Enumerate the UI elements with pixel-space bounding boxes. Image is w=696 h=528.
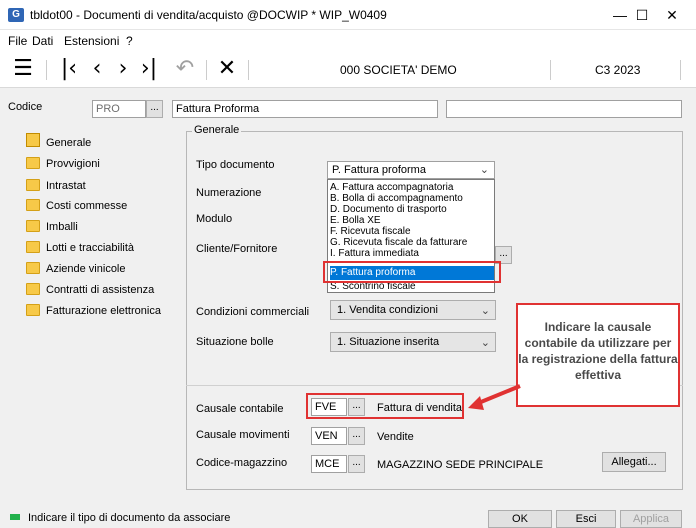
sidebar-item-provvigioni[interactable]: Provvigioni: [46, 157, 100, 175]
folder-icon: [26, 157, 40, 169]
code-lookup-button[interactable]: ...: [146, 100, 163, 118]
folder-icon: [26, 220, 40, 232]
dropdown-option[interactable]: E. Bolla XE: [330, 215, 494, 226]
toolbar-separator: [680, 60, 681, 80]
hamburger-menu-icon[interactable]: ☰: [10, 56, 36, 82]
causale-contabile-description: Fattura di vendita: [377, 402, 462, 414]
toolbar-separator: [46, 60, 47, 80]
situazione-bolle-value: 1. Situazione inserita: [337, 336, 440, 348]
code-description-input[interactable]: Fattura Proforma: [172, 100, 438, 118]
numerazione-label: Numerazione: [196, 187, 262, 199]
tipo-documento-select[interactable]: P. Fattura proforma ⌄: [327, 161, 495, 179]
code-extra-input[interactable]: [446, 100, 682, 118]
sidebar-item-lotti[interactable]: Lotti e tracciabilità: [46, 241, 134, 259]
menu-estensioni[interactable]: Estensioni: [64, 34, 119, 48]
toolbar-separator: [206, 60, 207, 80]
codice-magazzino-lookup-button[interactable]: ...: [348, 455, 365, 473]
causale-movimenti-code-input[interactable]: VEN: [311, 427, 347, 445]
menu-help[interactable]: ?: [126, 34, 133, 48]
annotation-callout: Indicare la causale contabile da utilizz…: [516, 303, 680, 407]
dropdown-option[interactable]: F. Ricevuta fiscale: [330, 226, 494, 237]
menu-dati[interactable]: Dati: [32, 34, 53, 48]
situazione-bolle-select[interactable]: 1. Situazione inserita ⌄: [330, 332, 496, 352]
sidebar-item-costi-commesse[interactable]: Costi commesse: [46, 199, 127, 217]
dropdown-option[interactable]: B. Bolla di accompagnamento: [330, 193, 494, 204]
selected-option-highlight-box: [323, 261, 501, 283]
toolbar-separator: [550, 60, 551, 80]
menu-file[interactable]: File: [8, 34, 27, 48]
causale-movimenti-description: Vendite: [377, 431, 414, 443]
allegati-button[interactable]: Allegati...: [602, 452, 666, 472]
app-icon: G: [8, 8, 24, 22]
folder-icon: [26, 304, 40, 316]
situazione-bolle-label: Situazione bolle: [196, 336, 274, 348]
sidebar-item-imballi[interactable]: Imballi: [46, 220, 78, 238]
folder-icon: [26, 283, 40, 295]
folder-icon: [26, 262, 40, 274]
code-label: Codice: [8, 101, 43, 113]
folder-icon: [26, 199, 40, 211]
first-record-icon[interactable]: |‹: [56, 56, 82, 82]
folder-icon: [26, 179, 40, 191]
causale-movimenti-lookup-button[interactable]: ...: [348, 427, 365, 445]
causale-contabile-code-input[interactable]: FVE: [311, 398, 347, 416]
dropdown-option[interactable]: A. Fattura accompagnatoria: [330, 182, 494, 193]
tipo-documento-value: P. Fattura proforma: [332, 164, 426, 176]
codice-magazzino-description: MAGAZZINO SEDE PRINCIPALE: [377, 459, 544, 471]
last-record-icon[interactable]: ›|: [136, 56, 162, 82]
undo-icon[interactable]: ↶: [172, 56, 198, 82]
condizioni-commerciali-label: Condizioni commerciali: [196, 306, 310, 318]
causale-movimenti-label: Causale movimenti: [196, 429, 290, 441]
tipo-documento-label: Tipo documento: [196, 159, 275, 171]
sidebar-item-aziende-vinicole[interactable]: Aziende vinicole: [46, 262, 126, 280]
dropdown-option[interactable]: G. Ricevuta fiscale da fatturare: [330, 237, 494, 248]
general-group-legend: Generale: [192, 124, 242, 136]
codice-magazzino-label: Codice-magazzino: [196, 457, 288, 469]
condizioni-commerciali-select[interactable]: 1. Vendita condizioni ⌄: [330, 300, 496, 320]
company-name: 000 SOCIETA' DEMO: [340, 63, 457, 77]
next-record-icon[interactable]: ›: [110, 56, 136, 82]
cancel-icon[interactable]: ✕: [214, 56, 240, 82]
folder-icon: [26, 241, 40, 253]
fiscal-year: C3 2023: [595, 63, 641, 77]
sidebar-item-generale[interactable]: Generale: [46, 136, 91, 154]
callout-arrow-icon: [468, 384, 521, 410]
dropdown-option[interactable]: D. Documento di trasporto: [330, 204, 494, 215]
sidebar-item-fatturazione-elettronica[interactable]: Fatturazione elettronica: [46, 304, 161, 322]
cliente-fornitore-label: Cliente/Fornitore: [196, 243, 278, 255]
applica-button[interactable]: Applica: [620, 510, 682, 528]
chevron-down-icon: ⌄: [479, 164, 489, 176]
dropdown-option[interactable]: I. Fattura immediata: [330, 248, 494, 259]
toolbar-separator: [248, 60, 249, 80]
causale-contabile-label: Causale contabile: [196, 403, 284, 415]
sidebar-item-intrastat[interactable]: Intrastat: [46, 179, 86, 197]
condizioni-commerciali-value: 1. Vendita condizioni: [337, 304, 438, 316]
code-input[interactable]: PRO: [92, 100, 146, 118]
esci-button[interactable]: Esci: [556, 510, 616, 528]
ok-button[interactable]: OK: [488, 510, 552, 528]
status-indicator: [10, 514, 20, 520]
chevron-down-icon: ⌄: [480, 305, 490, 317]
chevron-down-icon: ⌄: [480, 337, 490, 349]
sidebar-item-contratti-assistenza[interactable]: Contratti di assistenza: [46, 283, 154, 301]
modulo-label: Modulo: [196, 213, 233, 225]
open-folder-icon: [26, 133, 40, 147]
window-title: tbldot00 - Documenti di vendita/acquisto…: [30, 8, 387, 22]
status-text: Indicare il tipo di documento da associa…: [28, 512, 231, 524]
previous-record-icon[interactable]: ‹: [84, 56, 110, 82]
causale-contabile-lookup-button[interactable]: ...: [348, 398, 365, 416]
close-window-button[interactable]: ✕: [652, 4, 692, 26]
codice-magazzino-code-input[interactable]: MCE: [311, 455, 347, 473]
